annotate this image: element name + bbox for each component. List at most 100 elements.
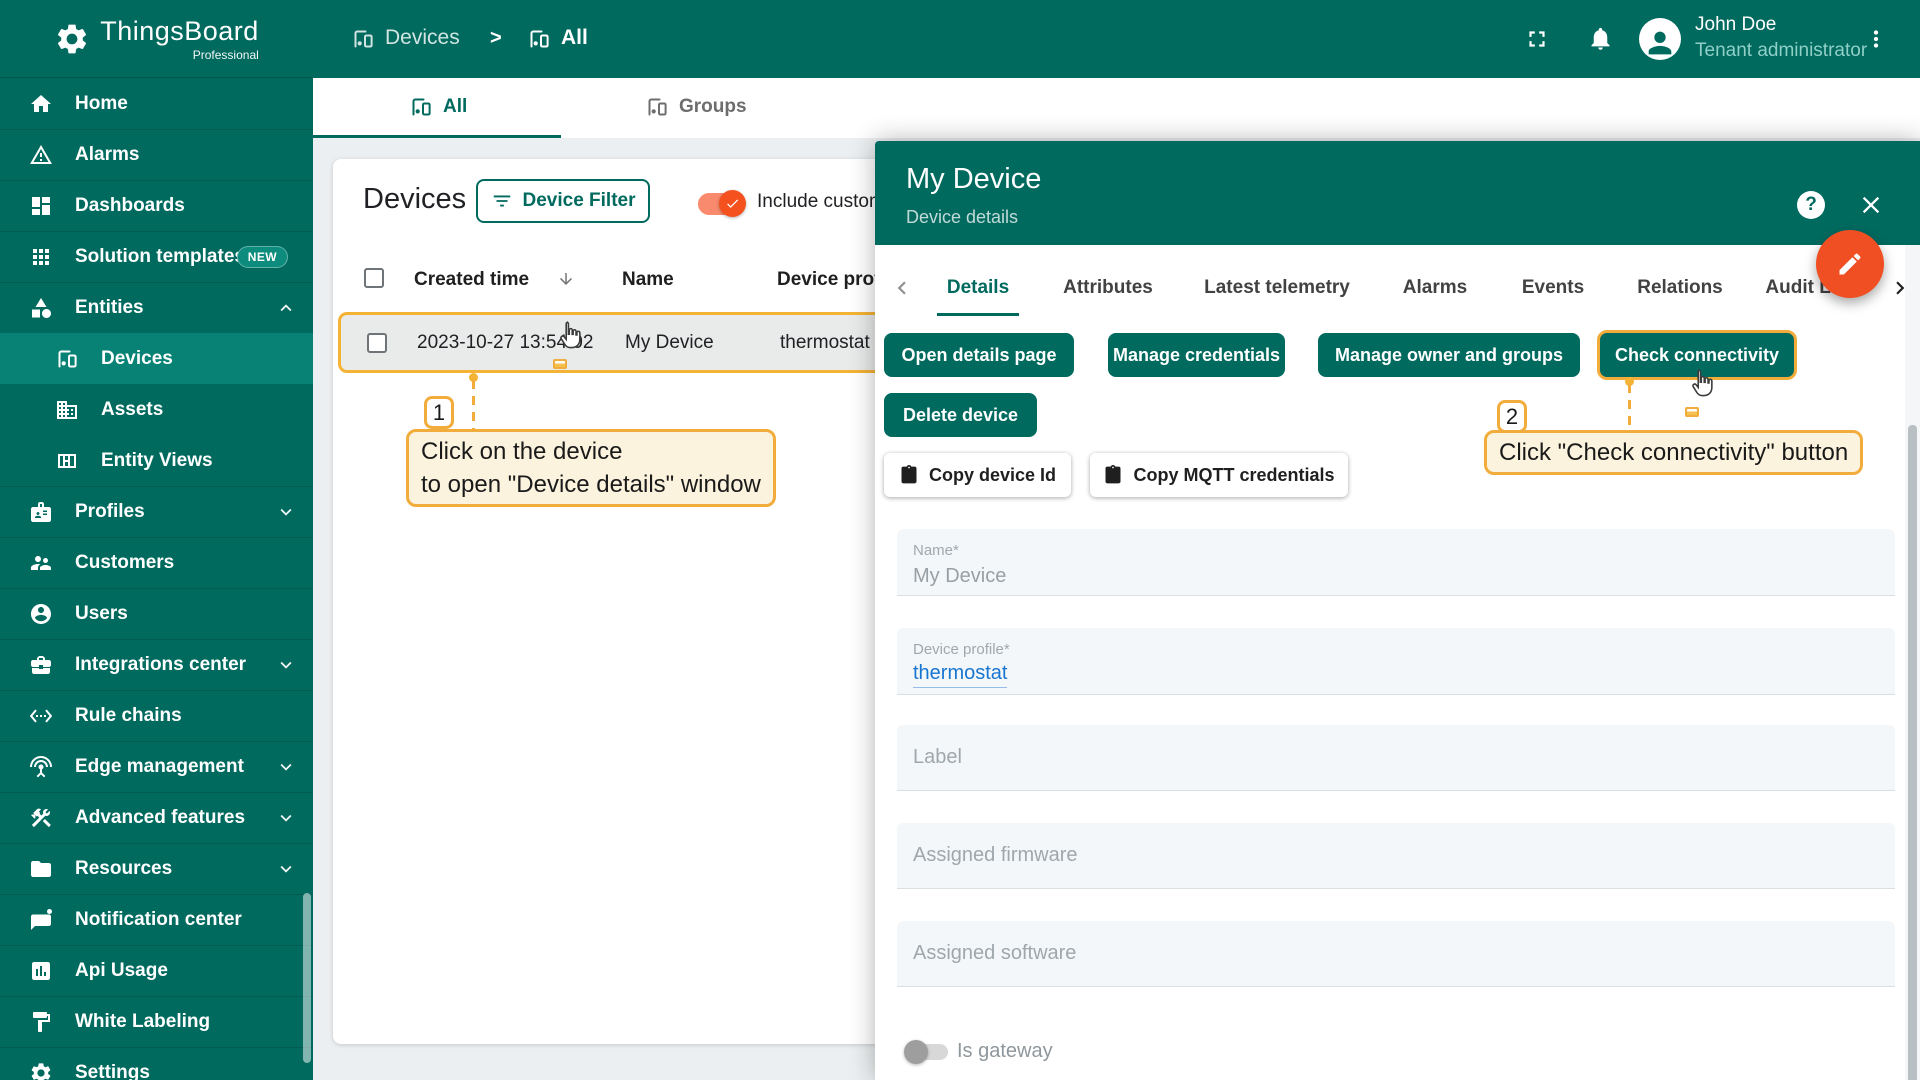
sidebar-item-integrations-center[interactable]: Integrations center bbox=[0, 639, 313, 690]
panel-scrollbar-thumb[interactable] bbox=[1908, 425, 1917, 1080]
is-gateway-toggle[interactable] bbox=[904, 1040, 948, 1064]
annotation1-line2: to open "Device details" window bbox=[421, 471, 761, 498]
select-all-checkbox[interactable] bbox=[364, 268, 384, 288]
device-filter-label: Device Filter bbox=[522, 190, 636, 211]
pointer-cursor-button bbox=[1685, 368, 1718, 417]
device-profile-link[interactable]: thermostat bbox=[913, 662, 1008, 688]
panel-tab-attributes[interactable]: Attributes bbox=[1063, 277, 1153, 299]
alarms-icon bbox=[30, 145, 52, 164]
name-field[interactable]: Name* My Device bbox=[897, 529, 1895, 596]
device-profile-field[interactable]: Device profile* thermostat bbox=[897, 628, 1895, 695]
tab-all[interactable]: All bbox=[409, 95, 467, 119]
more-menu-icon[interactable] bbox=[1863, 26, 1889, 52]
name-field-value: My Device bbox=[913, 565, 1007, 587]
copy-device-id-label: Copy device Id bbox=[928, 464, 1057, 485]
copy-mqtt-credentials-button[interactable]: Copy MQTT credentials bbox=[1090, 453, 1348, 497]
sidebar-item-notification-center[interactable]: Notification center bbox=[0, 894, 313, 945]
assigned-software-placeholder: Assigned software bbox=[913, 942, 1077, 964]
help-icon[interactable]: ? bbox=[1797, 191, 1825, 219]
sidebar-item-resources[interactable]: Resources bbox=[0, 843, 313, 894]
sidebar-item-alarms[interactable]: Alarms bbox=[0, 129, 313, 180]
active-tab-underline bbox=[313, 135, 561, 138]
panel-tab-latest-telemetry[interactable]: Latest telemetry bbox=[1204, 277, 1350, 299]
sidebar-item-label: Alarms bbox=[75, 144, 140, 165]
chevron-down-icon bbox=[280, 661, 292, 669]
brand-logo[interactable]: ThingsBoard Professional bbox=[0, 0, 313, 78]
entity-tabs-bar: All Groups bbox=[313, 78, 1920, 138]
toggle-knob bbox=[719, 190, 746, 217]
sidebar-item-label: Integrations center bbox=[75, 654, 247, 675]
tabs-scroll-left-icon[interactable] bbox=[889, 275, 915, 301]
sidebar-item-entity-views[interactable]: Entity Views bbox=[0, 435, 313, 486]
sidebar-item-dashboards[interactable]: Dashboards bbox=[0, 180, 313, 231]
sidebar-item-label: Edge management bbox=[75, 756, 244, 777]
integrations-icon bbox=[31, 656, 51, 674]
sidebar-item-label: Home bbox=[75, 92, 128, 114]
breadcrumb-devices[interactable]: Devices bbox=[385, 26, 460, 50]
panel-tab-relations[interactable]: Relations bbox=[1637, 277, 1723, 299]
sidebar-item-api-usage[interactable]: Api Usage bbox=[0, 945, 313, 996]
sidebar-item-label: Rule chains bbox=[75, 705, 182, 726]
sidebar-item-devices[interactable]: Devices bbox=[0, 333, 313, 384]
sort-descending-icon[interactable] bbox=[557, 270, 575, 288]
panel-tab-events[interactable]: Events bbox=[1522, 277, 1584, 299]
new-badge: NEW bbox=[236, 246, 288, 268]
sidebar-item-label: Api Usage bbox=[75, 960, 168, 981]
annotation2-step-badge: 2 bbox=[1497, 400, 1527, 433]
devices-icon bbox=[58, 350, 77, 367]
label-field[interactable]: Label bbox=[897, 725, 1895, 791]
copy-icon bbox=[1105, 465, 1121, 484]
top-bar: Devices > All John Doe Tenant administra… bbox=[313, 0, 1920, 78]
close-icon[interactable] bbox=[1857, 191, 1885, 219]
panel-scrollbar-track bbox=[1905, 245, 1920, 1080]
sidebar-item-users[interactable]: Users bbox=[0, 588, 313, 639]
annotation1-callout: Click on the device to open "Device deta… bbox=[406, 429, 776, 507]
thingsboard-logo-icon bbox=[58, 24, 87, 53]
brand-name: ThingsBoard bbox=[100, 15, 259, 46]
sidebar-item-rule-chains[interactable]: Rule chains bbox=[0, 690, 313, 741]
sidebar-item-customers[interactable]: Customers bbox=[0, 537, 313, 588]
sidebar-item-home[interactable]: Home bbox=[0, 78, 313, 129]
sidebar: ThingsBoard Professional Home Alarms Das… bbox=[0, 0, 313, 1080]
assigned-firmware-field[interactable]: Assigned firmware bbox=[897, 823, 1895, 889]
tab-groups[interactable]: Groups bbox=[645, 95, 747, 119]
sidebar-scrollbar[interactable] bbox=[303, 893, 311, 1063]
tab-all-device-icon bbox=[412, 98, 431, 116]
settings-icon bbox=[31, 1063, 51, 1080]
click-indicator bbox=[1685, 407, 1699, 417]
sidebar-item-label: Devices bbox=[101, 347, 173, 369]
user-avatar[interactable] bbox=[1639, 18, 1681, 60]
open-details-page-button[interactable]: Open details page bbox=[884, 333, 1074, 377]
notifications-bell-icon[interactable] bbox=[1587, 25, 1614, 52]
fullscreen-icon[interactable] bbox=[1524, 26, 1550, 52]
manage-owner-groups-button[interactable]: Manage owner and groups bbox=[1318, 333, 1580, 377]
panel-tab-details[interactable]: Details bbox=[947, 277, 1009, 299]
sidebar-item-settings[interactable]: Settings bbox=[0, 1047, 313, 1080]
sidebar-item-entities[interactable]: Entities bbox=[0, 282, 313, 333]
row-checkbox[interactable] bbox=[367, 333, 387, 353]
assigned-firmware-placeholder: Assigned firmware bbox=[913, 844, 1078, 866]
device-filter-button[interactable]: Device Filter bbox=[476, 179, 650, 223]
sidebar-item-assets[interactable]: Assets bbox=[0, 384, 313, 435]
label-field-placeholder: Label bbox=[913, 746, 962, 768]
sidebar-item-profiles[interactable]: Profiles bbox=[0, 486, 313, 537]
copy-device-id-button[interactable]: Copy device Id bbox=[884, 453, 1071, 497]
edit-fab-button[interactable] bbox=[1816, 230, 1884, 298]
panel-title: My Device bbox=[906, 163, 1042, 195]
sidebar-item-advanced-features[interactable]: Advanced features bbox=[0, 792, 313, 843]
panel-tab-alarms[interactable]: Alarms bbox=[1403, 277, 1467, 299]
panel-header: My Device Device details ? bbox=[875, 141, 1920, 245]
manage-credentials-button[interactable]: Manage credentials bbox=[1108, 333, 1285, 377]
sidebar-item-solution-templates[interactable]: Solution templates NEW bbox=[0, 231, 313, 282]
copy-icon bbox=[901, 465, 917, 484]
chevron-down-icon bbox=[280, 763, 292, 771]
column-name[interactable]: Name bbox=[622, 269, 674, 291]
column-created-time[interactable]: Created time bbox=[414, 269, 529, 291]
include-customers-toggle[interactable] bbox=[698, 190, 748, 218]
delete-device-button[interactable]: Delete device bbox=[884, 393, 1037, 437]
assigned-software-field[interactable]: Assigned software bbox=[897, 921, 1895, 987]
filter-icon bbox=[493, 195, 510, 207]
sidebar-item-edge-management[interactable]: Edge management bbox=[0, 741, 313, 792]
sidebar-item-white-labeling[interactable]: White Labeling bbox=[0, 996, 313, 1047]
thingsboard-app: ThingsBoard Professional Home Alarms Das… bbox=[0, 0, 1920, 1080]
